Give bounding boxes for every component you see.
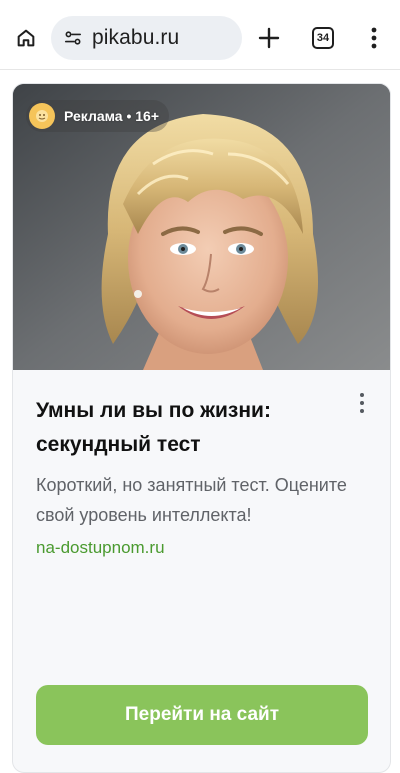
more-vert-icon <box>371 27 377 49</box>
ad-label-badge: Реклама • 16+ <box>26 100 170 132</box>
browser-toolbar: pikabu.ru 34 <box>0 0 400 70</box>
address-bar[interactable]: pikabu.ru <box>51 16 242 60</box>
ad-description[interactable]: Короткий, но занятный тест. Оцените свой… <box>36 470 376 530</box>
go-to-site-button[interactable]: Перейти на сайт <box>36 685 368 745</box>
sponsor-avatar-icon <box>29 103 55 129</box>
tab-count-badge: 34 <box>312 27 334 49</box>
ad-options-button[interactable] <box>350 388 374 418</box>
tab-switcher-button[interactable]: 34 <box>303 16 343 60</box>
tune-icon[interactable] <box>63 28 83 48</box>
ad-label-text: Реклама • 16+ <box>64 108 160 124</box>
home-icon <box>17 29 35 47</box>
plus-icon <box>258 27 280 49</box>
more-vert-icon <box>360 393 364 397</box>
home-button[interactable] <box>6 16 46 60</box>
browser-menu-button[interactable] <box>354 16 394 60</box>
ad-domain-link[interactable]: na-dostupnom.ru <box>36 538 165 558</box>
new-tab-button[interactable] <box>249 16 289 60</box>
url-text: pikabu.ru <box>92 26 180 49</box>
ad-title[interactable]: Умны ли вы по жизни: секундный тест <box>36 394 336 462</box>
